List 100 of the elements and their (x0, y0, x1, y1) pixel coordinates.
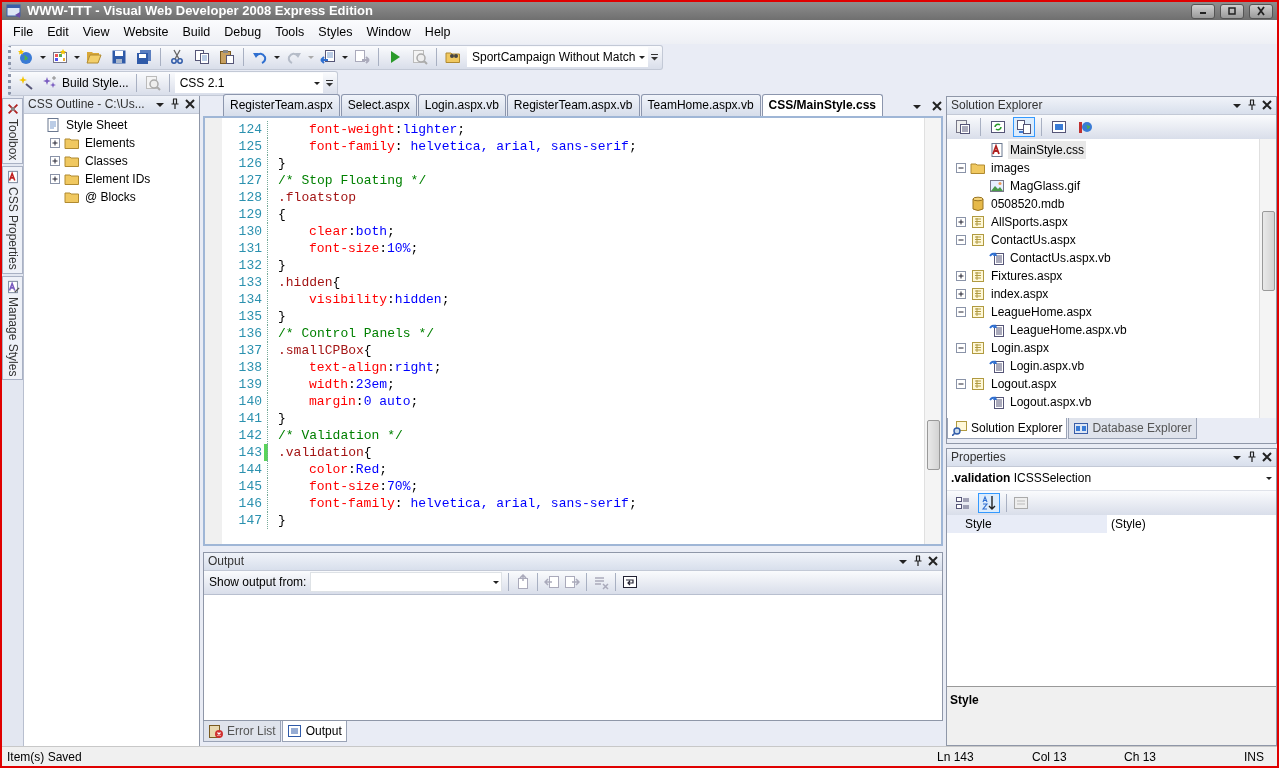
menu-item[interactable]: Debug (217, 22, 269, 42)
tree-item[interactable]: Style Sheet (64, 115, 130, 134)
menu-item[interactable]: Window (359, 22, 418, 42)
expand-icon[interactable] (49, 154, 61, 167)
expand-icon[interactable] (49, 172, 61, 185)
tree-item[interactable]: MagGlass.gif (1008, 176, 1083, 195)
tree-item[interactable]: LeagueHome.aspx (989, 302, 1094, 321)
menu-item[interactable]: Help (417, 22, 458, 42)
editor-tab[interactable]: RegisterTeam.aspx.vb (506, 93, 640, 116)
view-designer-icon[interactable] (1051, 118, 1067, 135)
tree-item[interactable]: Login.aspx.vb (1008, 356, 1087, 375)
panel-tab[interactable]: Output (281, 721, 347, 743)
collapse-icon[interactable] (955, 377, 967, 390)
copy-icon[interactable] (194, 49, 210, 66)
side-tab[interactable]: Toolbox (2, 97, 23, 165)
folder-icon[interactable] (445, 49, 461, 66)
editor-tab[interactable]: CSS/MainStyle.css (761, 93, 883, 116)
toolbar-overflow-icon[interactable] (651, 53, 659, 61)
document-arrow-icon[interactable] (320, 49, 336, 66)
pin-icon[interactable] (169, 98, 181, 111)
vertical-scrollbar[interactable] (1259, 138, 1276, 418)
expand-icon[interactable] (955, 269, 967, 282)
paste-icon[interactable] (219, 49, 235, 66)
page-icon (970, 375, 986, 392)
panel-tab[interactable]: Error List (203, 721, 281, 743)
side-tab[interactable]: CSS Properties (2, 166, 23, 274)
sort-alphabetical-button[interactable] (978, 492, 1000, 513)
tree-item[interactable]: Logout.aspx.vb (1008, 392, 1094, 411)
minimize-button[interactable] (1191, 3, 1215, 19)
close-icon[interactable] (927, 555, 939, 568)
tree-item[interactable]: AllSports.aspx (989, 212, 1070, 231)
collapse-icon[interactable] (955, 161, 967, 174)
side-tab[interactable]: Manage Styles (2, 276, 23, 381)
tree-item[interactable]: Classes (83, 151, 130, 170)
tree-item[interactable]: Logout.aspx (989, 374, 1059, 393)
tree-item[interactable]: MainStyle.css (1008, 140, 1087, 159)
word-wrap-icon[interactable] (622, 574, 639, 591)
nested-files-icon[interactable] (1016, 118, 1032, 135)
close-icon[interactable] (1261, 451, 1273, 464)
tree-item[interactable]: Fixtures.aspx (989, 266, 1065, 285)
collapse-icon[interactable] (955, 305, 967, 318)
menu-item[interactable]: File (6, 22, 41, 42)
refresh-icon[interactable] (990, 118, 1006, 135)
save-all-icon[interactable] (136, 49, 152, 66)
editor-tab[interactable]: RegisterTeam.aspx (223, 93, 340, 116)
build-style-button[interactable]: Build Style... (40, 73, 131, 94)
pin-icon[interactable] (1246, 99, 1258, 112)
collapse-icon[interactable] (955, 341, 967, 354)
editor-tab[interactable]: Login.aspx.vb (417, 93, 506, 116)
menu-item[interactable]: Tools (268, 22, 312, 42)
toolbar-overflow-icon[interactable] (325, 79, 333, 87)
solution-dropdown[interactable]: SportCampaign Without Match (467, 47, 649, 68)
save-icon[interactable] (111, 49, 127, 66)
pin-icon[interactable] (1246, 451, 1258, 464)
vertical-scrollbar[interactable] (924, 117, 941, 544)
new-style-icon[interactable] (18, 75, 34, 92)
tree-item[interactable]: Elements (83, 133, 138, 152)
code-line: font-weight:lighter; (308, 120, 466, 139)
close-icon[interactable] (184, 98, 196, 111)
tree-item[interactable]: index.aspx (989, 284, 1051, 303)
add-item-icon[interactable] (52, 49, 68, 66)
menu-item[interactable]: Website (116, 22, 176, 42)
maximize-button[interactable] (1220, 3, 1244, 19)
tree-item[interactable]: ContactUs.aspx.vb (1008, 248, 1113, 267)
line-number: 136 (237, 324, 263, 343)
menu-item[interactable]: Edit (40, 22, 76, 42)
close-button[interactable] (1249, 3, 1273, 19)
menu-item[interactable]: View (75, 22, 117, 42)
properties-icon[interactable] (955, 118, 971, 135)
tree-item[interactable]: ContactUs.aspx (989, 230, 1078, 249)
caret-icon[interactable] (342, 55, 348, 59)
editor-tab[interactable]: Select.aspx (340, 93, 417, 116)
object-selector[interactable]: .validation ICSSSelection (947, 466, 1276, 491)
caret-icon[interactable] (74, 55, 80, 59)
expand-icon[interactable] (955, 215, 967, 228)
tree-item[interactable]: Login.aspx (989, 338, 1052, 357)
tree-item[interactable]: LeagueHome.aspx.vb (1008, 320, 1129, 339)
tree-item[interactable]: @ Blocks (83, 187, 138, 206)
code-line: { (277, 205, 286, 224)
expand-icon[interactable] (49, 136, 61, 149)
code-line: /* Control Panels */ (277, 324, 435, 343)
tree-item[interactable]: 0508520.mdb (989, 194, 1067, 213)
menu-item[interactable]: Styles (311, 22, 360, 42)
close-icon[interactable] (1261, 99, 1273, 112)
close-icon[interactable] (931, 99, 943, 112)
panel-tab[interactable]: Database Explorer (1068, 417, 1197, 439)
collapse-icon[interactable] (955, 233, 967, 246)
caret-icon[interactable] (40, 55, 46, 59)
globe-icon[interactable] (18, 49, 34, 66)
menu-item[interactable]: Build (175, 22, 218, 42)
expand-icon[interactable] (955, 287, 967, 300)
tree-item[interactable]: Element IDs (83, 169, 153, 188)
property-value[interactable]: (Style) (1107, 514, 1146, 533)
panel-tab[interactable]: Solution Explorer (947, 417, 1068, 439)
cut-icon[interactable] (169, 49, 185, 66)
editor-tab[interactable]: TeamHome.aspx.vb (640, 93, 761, 116)
caret-icon[interactable] (274, 55, 280, 59)
css-version-dropdown[interactable]: CSS 2.1 (174, 73, 323, 94)
pin-icon[interactable] (912, 555, 924, 568)
tree-item[interactable]: images (989, 158, 1032, 177)
